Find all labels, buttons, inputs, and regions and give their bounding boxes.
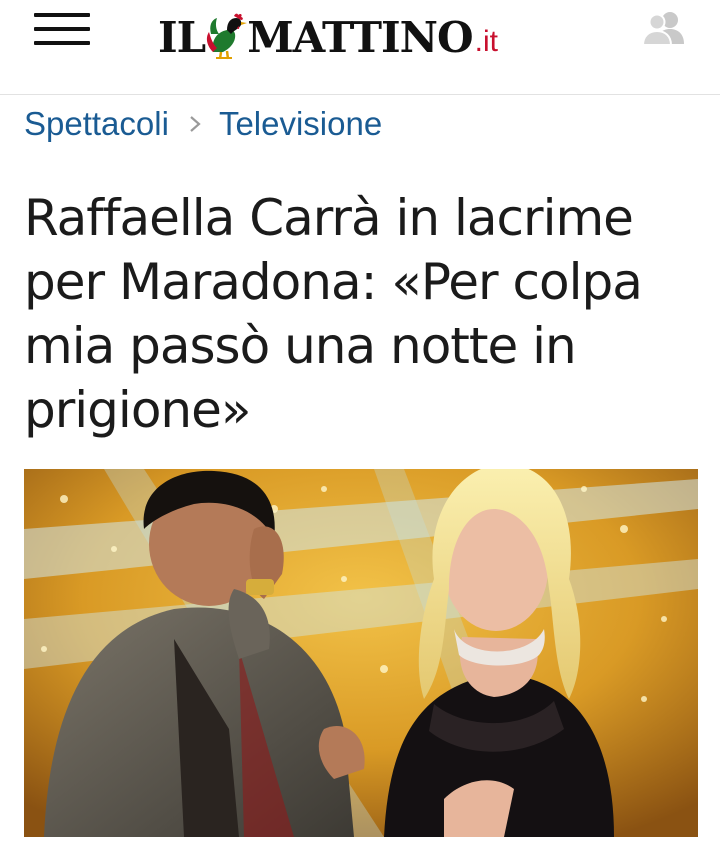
rooster-logo-icon bbox=[207, 13, 248, 60]
chevron-right-icon bbox=[190, 116, 201, 132]
article-hero-photo[interactable] bbox=[24, 469, 698, 837]
breadcrumb-section-link[interactable]: Spettacoli bbox=[24, 105, 169, 143]
logo-text-il: IL bbox=[158, 13, 206, 62]
user-account-icon[interactable] bbox=[640, 10, 688, 46]
site-logo[interactable]: IL MATTINO .it bbox=[158, 10, 498, 60]
photo-illustration bbox=[24, 469, 698, 837]
hamburger-menu-icon[interactable] bbox=[34, 13, 90, 45]
breadcrumb-subsection-link[interactable]: Televisione bbox=[219, 105, 382, 143]
top-header: IL MATTINO .it bbox=[0, 0, 720, 95]
article-headline: Raffaella Carrà in lacrime per Maradona:… bbox=[24, 189, 643, 439]
breadcrumb: Spettacoli Televisione bbox=[24, 102, 382, 146]
logo-text-mattino: MATTINO bbox=[247, 13, 473, 62]
logo-tld: .it bbox=[474, 25, 498, 58]
